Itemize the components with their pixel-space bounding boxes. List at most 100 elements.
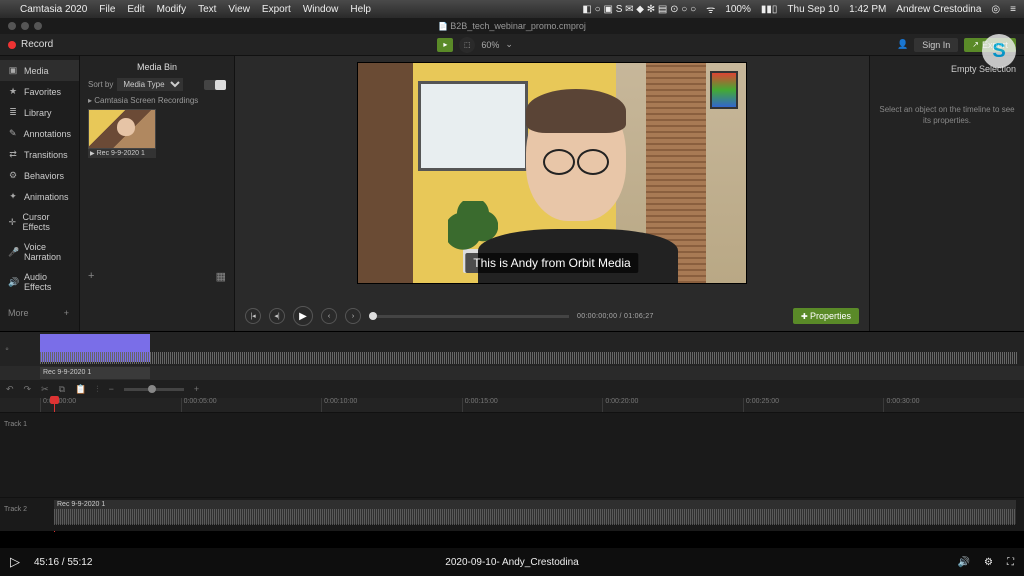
- menu-export[interactable]: Export: [262, 4, 291, 15]
- cut-button[interactable]: ✂: [41, 384, 49, 395]
- sidebar-item-audio-effects[interactable]: 🔊Audio Effects: [0, 267, 79, 297]
- timeline: ◦ Rec 9-9-2020 1 ↶ ↷ ✂ ⧉ 📋 ⫶ − + 0:00:00…: [0, 331, 1024, 531]
- tool-sidebar: ▣Media ★Favorites ≣Library ✎Annotations …: [0, 56, 80, 331]
- copy-button[interactable]: ⧉: [59, 384, 65, 395]
- sort-select[interactable]: Media Type: [117, 78, 183, 91]
- preview-scrubber[interactable]: [369, 315, 569, 318]
- view-toggle[interactable]: [204, 80, 226, 90]
- split-button[interactable]: ⫶: [96, 384, 98, 395]
- overview-waveform: [40, 352, 1018, 364]
- timeline-zoom-slider[interactable]: [124, 388, 184, 391]
- transitions-icon: ⇄: [8, 149, 18, 160]
- properties-panel: Empty Selection Select an object on the …: [869, 56, 1024, 331]
- sidebar-item-transitions[interactable]: ⇄Transitions: [0, 144, 79, 165]
- menu-file[interactable]: File: [99, 4, 115, 15]
- notif-icon[interactable]: ≡: [1010, 4, 1016, 15]
- timeline-ruler[interactable]: 0:00:00:00 0:00:05:00 0:00:10:00 0:00:15…: [0, 398, 1024, 412]
- preview-canvas[interactable]: This is Andy from Orbit Media: [235, 56, 869, 301]
- bin-view-icon[interactable]: ▦: [216, 270, 226, 283]
- crop-tool-button[interactable]: ⬚: [459, 37, 475, 53]
- volume-icon[interactable]: 🔊: [958, 557, 970, 568]
- traffic-lights[interactable]: [8, 22, 42, 30]
- menubar-user[interactable]: Andrew Crestodina: [896, 4, 981, 15]
- sidebar-item-media[interactable]: ▣Media: [0, 60, 79, 81]
- menu-app[interactable]: Camtasia 2020: [20, 4, 87, 15]
- menubar-time: 1:42 PM: [849, 4, 886, 15]
- step-fwd-button[interactable]: ‹: [321, 308, 337, 324]
- speaker-icon: 🔊: [8, 277, 18, 288]
- properties-button[interactable]: Properties: [793, 308, 859, 324]
- play-button[interactable]: ▶: [293, 306, 313, 326]
- properties-empty-msg: Select an object on the timeline to see …: [878, 104, 1016, 126]
- sidebar-item-more[interactable]: More+: [0, 303, 79, 323]
- video-caption: This is Andy from Orbit Media: [465, 253, 638, 273]
- track-2-label: Track 2: [4, 506, 27, 513]
- sidebar-item-annotations[interactable]: ✎Annotations: [0, 123, 79, 144]
- media-icon: ▣: [8, 65, 18, 76]
- fullscreen-icon[interactable]: ⛶: [1007, 557, 1014, 568]
- annotations-icon: ✎: [8, 128, 17, 139]
- marker-icon[interactable]: ◦: [0, 344, 14, 355]
- zoom-chevron-icon[interactable]: ⌄: [505, 39, 513, 50]
- step-back-button[interactable]: ◂|: [269, 308, 285, 324]
- skype-overlay-icon[interactable]: S: [982, 34, 1016, 68]
- media-clip[interactable]: Rec 9-9-2020 1: [88, 109, 156, 158]
- redo-button[interactable]: ↷: [24, 384, 32, 395]
- timeline-tools: ↶ ↷ ✂ ⧉ 📋 ⫶ − +: [0, 380, 1024, 398]
- plus-icon: +: [64, 308, 69, 318]
- menubar-date: Thu Sep 10: [787, 4, 839, 15]
- behaviors-icon: ⚙: [8, 170, 18, 181]
- transport-bar: |◂ ◂| ▶ ‹ › 00:00:00;00 / 01:06;27 Prope…: [235, 301, 869, 331]
- timecode-display: 00:00:00;00 / 01:06;27: [577, 313, 654, 320]
- record-icon: [8, 41, 16, 49]
- sidebar-item-animations[interactable]: ✦Animations: [0, 186, 79, 207]
- next-clip-button[interactable]: ›: [345, 308, 361, 324]
- sidebar-item-cursor-effects[interactable]: ✛Cursor Effects: [0, 207, 79, 237]
- zoom-in-button[interactable]: +: [194, 384, 199, 394]
- project-filename: B2B_tech_webinar_promo.cmproj: [438, 21, 586, 31]
- media-bin: Media Bin Sort by Media Type ▸ Camtasia …: [80, 56, 235, 331]
- prev-clip-button[interactable]: |◂: [245, 308, 261, 324]
- star-icon: ★: [8, 86, 18, 97]
- overview-clip-label[interactable]: Rec 9-9-2020 1: [40, 367, 150, 379]
- status-icons: ◧ ○ ▣ S ✉ ◆ ✻ ▤ ⊙ ○ ○: [582, 4, 696, 15]
- menu-edit[interactable]: Edit: [127, 4, 144, 15]
- select-tool-button[interactable]: ▸: [437, 38, 453, 52]
- menu-window[interactable]: Window: [303, 4, 339, 15]
- timeline-overview[interactable]: ◦: [0, 332, 1024, 366]
- signin-button[interactable]: Sign In: [914, 38, 958, 52]
- sidebar-item-favorites[interactable]: ★Favorites: [0, 81, 79, 102]
- sidebar-item-behaviors[interactable]: ⚙Behaviors: [0, 165, 79, 186]
- track-1-label: Track 1: [4, 421, 27, 428]
- user-icon[interactable]: 👤: [897, 39, 908, 50]
- menu-help[interactable]: Help: [350, 4, 371, 15]
- track-2[interactable]: Track 2 Rec 9-9-2020 1: [0, 497, 1024, 525]
- zoom-out-button[interactable]: −: [109, 384, 114, 394]
- menu-modify[interactable]: Modify: [157, 4, 186, 15]
- siri-icon[interactable]: ◎: [991, 4, 1000, 15]
- settings-gear-icon[interactable]: ⚙: [984, 557, 993, 568]
- undo-button[interactable]: ↶: [6, 384, 14, 395]
- canvas-zoom[interactable]: 60%: [481, 40, 499, 50]
- outer-play-button[interactable]: ▷: [10, 554, 20, 570]
- paste-button[interactable]: 📋: [75, 384, 86, 395]
- sidebar-item-voice-narration[interactable]: 🎤Voice Narration: [0, 237, 79, 267]
- battery-icon: ▮▮▯: [761, 4, 778, 15]
- record-button[interactable]: Record: [8, 39, 53, 50]
- bin-folder[interactable]: ▸ Camtasia Screen Recordings: [88, 96, 226, 105]
- track-2-clip[interactable]: Rec 9-9-2020 1: [54, 500, 1016, 524]
- outer-player-bar: ▷ 45:16 / 55:12 2020-09-10- Andy_Crestod…: [0, 548, 1024, 576]
- cursor-icon: ✛: [8, 217, 17, 228]
- battery-pct: 100%: [725, 4, 751, 15]
- clip-waveform: [54, 509, 1016, 525]
- animations-icon: ✦: [8, 191, 18, 202]
- track-1[interactable]: Track 1: [0, 412, 1024, 440]
- mic-icon: 🎤: [8, 247, 18, 258]
- add-media-button[interactable]: +: [88, 270, 94, 283]
- menu-text[interactable]: Text: [198, 4, 216, 15]
- menu-view[interactable]: View: [228, 4, 250, 15]
- sidebar-item-library[interactable]: ≣Library: [0, 102, 79, 123]
- wifi-icon[interactable]: ᯤ: [706, 2, 715, 16]
- outer-player-time: 45:16 / 55:12: [34, 557, 92, 568]
- mac-menubar: Camtasia 2020 File Edit Modify Text View…: [0, 0, 1024, 18]
